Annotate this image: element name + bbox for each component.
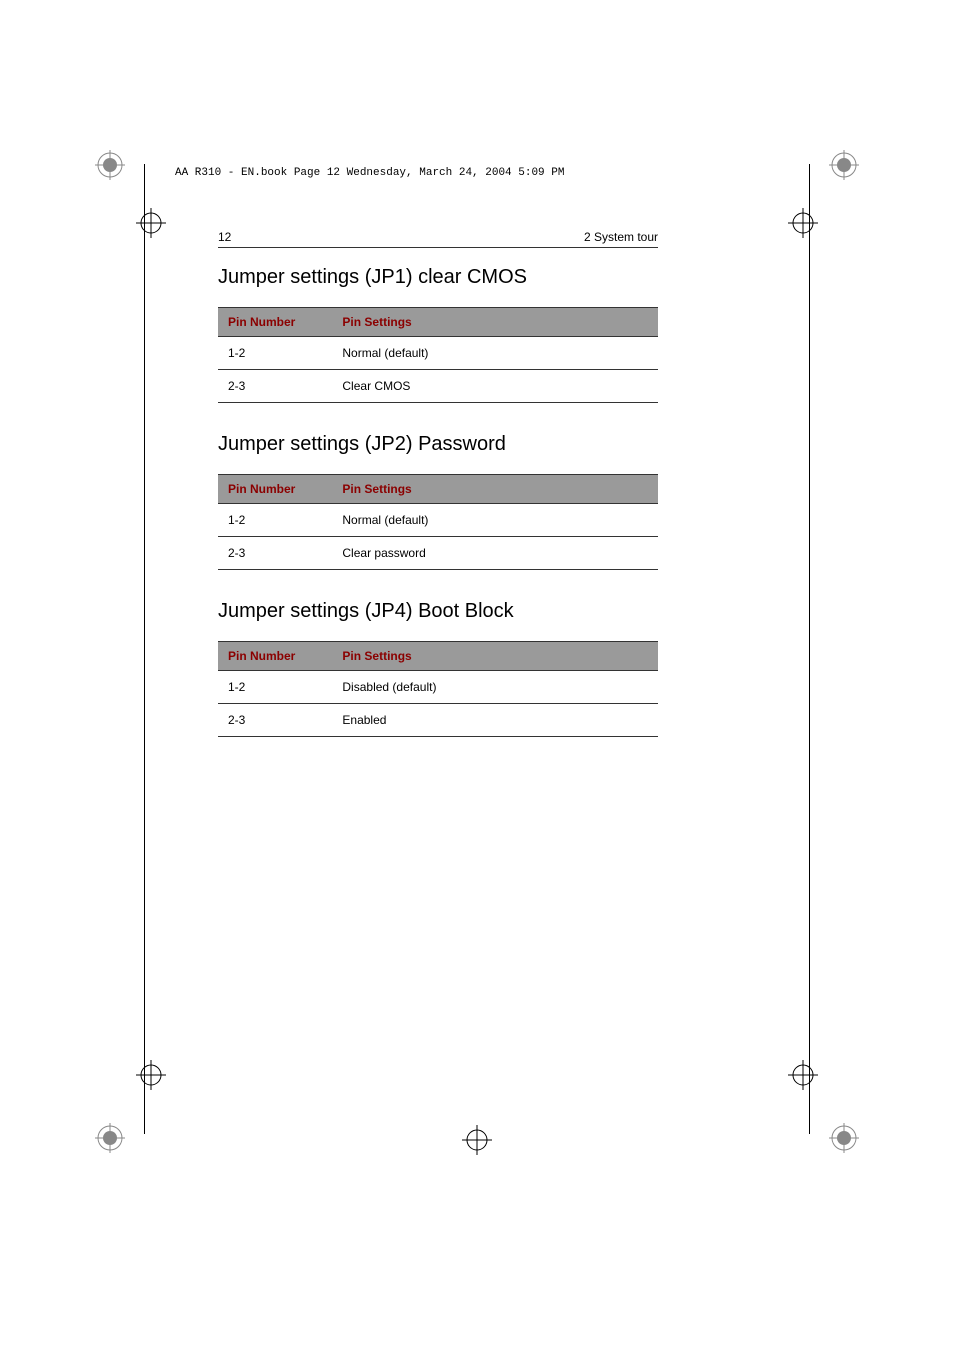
table-row: 2-3 Clear password: [218, 537, 658, 570]
document-header: AA R310 - EN.book Page 12 Wednesday, Mar…: [175, 167, 564, 179]
register-mark-icon: [462, 1125, 492, 1155]
section-name: 2 System tour: [584, 230, 658, 244]
table-row: 2-3 Enabled: [218, 704, 658, 737]
crop-line: [809, 164, 810, 1134]
pin-settings-cell: Enabled: [332, 704, 658, 737]
register-mark-icon: [829, 1123, 859, 1153]
pin-settings-cell: Normal (default): [332, 337, 658, 370]
pin-settings-cell: Clear CMOS: [332, 370, 658, 403]
section-title-jp4: Jumper settings (JP4) Boot Block: [218, 600, 658, 623]
pin-number-cell: 2-3: [218, 537, 332, 570]
register-mark-icon: [829, 150, 859, 180]
crosshair-mark-icon: [788, 208, 818, 238]
crosshair-mark-icon: [136, 208, 166, 238]
page-number: 12: [218, 230, 231, 244]
crop-line: [144, 164, 145, 1134]
register-mark-icon: [95, 150, 125, 180]
pin-settings-cell: Disabled (default): [332, 671, 658, 704]
table-header: Pin Settings: [332, 642, 658, 671]
jumper-table-jp4: Pin Number Pin Settings 1-2 Disabled (de…: [218, 641, 658, 737]
jumper-table-jp1: Pin Number Pin Settings 1-2 Normal (defa…: [218, 307, 658, 403]
table-header: Pin Number: [218, 642, 332, 671]
pin-number-cell: 1-2: [218, 337, 332, 370]
section-title-jp2: Jumper settings (JP2) Password: [218, 433, 658, 456]
pin-number-cell: 1-2: [218, 671, 332, 704]
table-header: Pin Settings: [332, 475, 658, 504]
table-header: Pin Number: [218, 308, 332, 337]
table-row: 1-2 Disabled (default): [218, 671, 658, 704]
table-row: 1-2 Normal (default): [218, 504, 658, 537]
table-header: Pin Settings: [332, 308, 658, 337]
table-row: 2-3 Clear CMOS: [218, 370, 658, 403]
table-row: 1-2 Normal (default): [218, 337, 658, 370]
pin-number-cell: 2-3: [218, 704, 332, 737]
table-header: Pin Number: [218, 475, 332, 504]
page-running-header: 12 2 System tour: [218, 230, 658, 248]
register-mark-icon: [95, 1123, 125, 1153]
pin-number-cell: 1-2: [218, 504, 332, 537]
page-content: 12 2 System tour Jumper settings (JP1) c…: [218, 230, 658, 767]
jumper-table-jp2: Pin Number Pin Settings 1-2 Normal (defa…: [218, 474, 658, 570]
crosshair-mark-icon: [136, 1060, 166, 1090]
section-title-jp1: Jumper settings (JP1) clear CMOS: [218, 266, 658, 289]
pin-settings-cell: Clear password: [332, 537, 658, 570]
crosshair-mark-icon: [788, 1060, 818, 1090]
pin-settings-cell: Normal (default): [332, 504, 658, 537]
pin-number-cell: 2-3: [218, 370, 332, 403]
